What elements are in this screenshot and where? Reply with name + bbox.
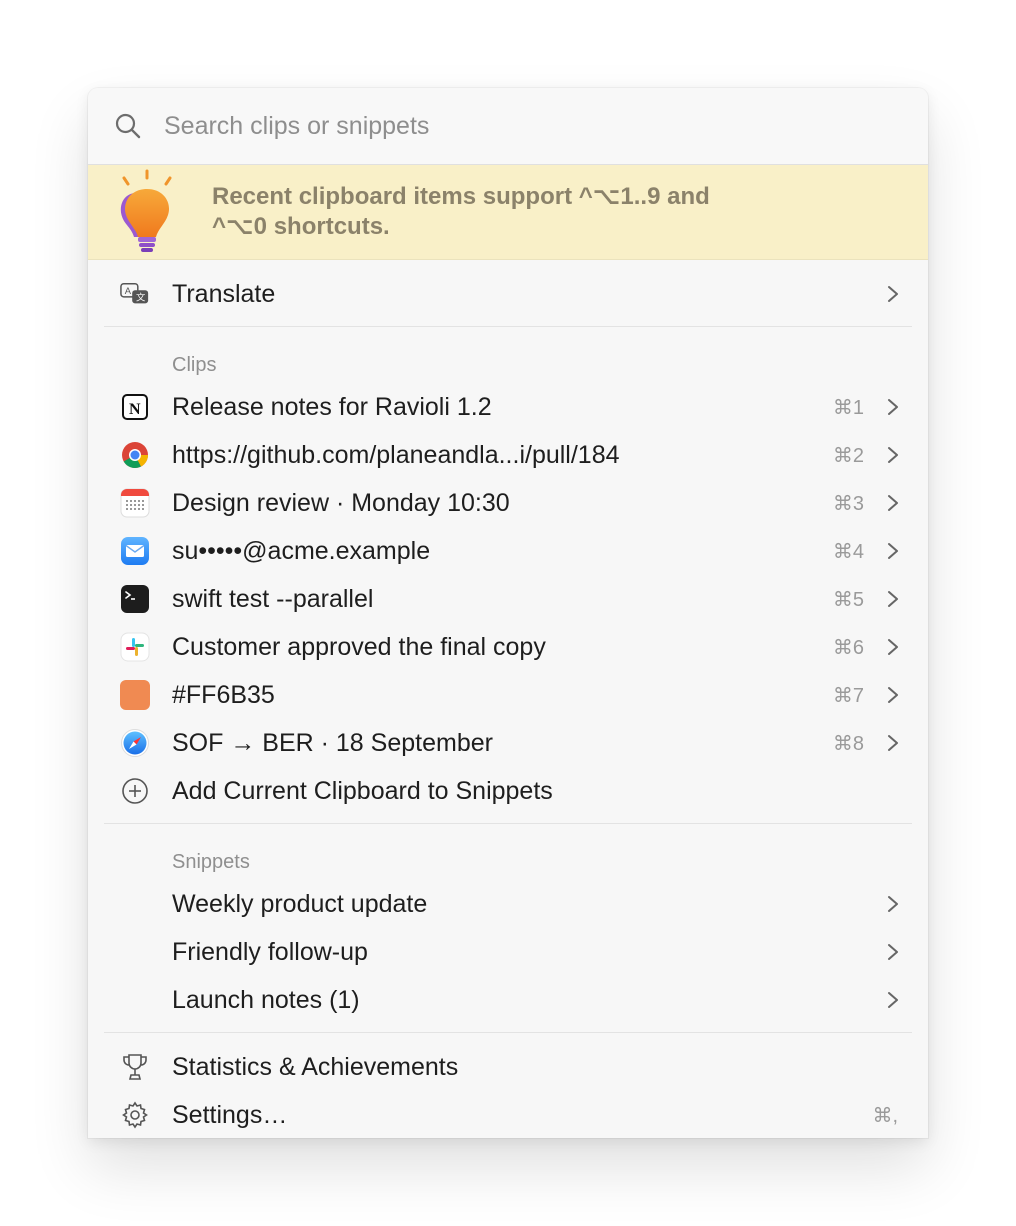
clip-label: https://github.com/planeandla...i/pull/1… (172, 440, 620, 469)
clip-item[interactable]: #FF6B35 ⌘7 (88, 671, 928, 719)
gear-icon (120, 1100, 150, 1130)
chevron-right-icon (888, 992, 898, 1008)
chrome-icon (120, 440, 150, 470)
svg-text:N: N (129, 401, 141, 418)
translate-label: Translate (172, 279, 276, 308)
clip-item[interactable]: Customer approved the final copy ⌘6 (88, 623, 928, 671)
divider (104, 1032, 912, 1033)
snippets-header: Snippets (172, 851, 250, 873)
snippet-label: Friendly follow-up (172, 937, 368, 966)
chevron-right-icon (888, 687, 898, 703)
snippet-label: Weekly product update (172, 889, 428, 918)
settings-shortcut: ⌘, (872, 1104, 898, 1127)
chevron-right-icon (888, 591, 898, 607)
settings-label: Settings… (172, 1100, 288, 1129)
color-swatch-icon (120, 680, 150, 710)
trophy-icon (120, 1052, 150, 1082)
clip-item[interactable]: N Release notes for Ravioli 1.2 ⌘1 (88, 383, 928, 431)
chevron-right-icon (888, 944, 898, 960)
tip-line-1: Recent clipboard items support ^⌥1..9 an… (212, 183, 710, 210)
svg-text:A: A (125, 286, 132, 296)
clip-shortcut: ⌘5 (832, 588, 864, 611)
snippet-label: Launch notes (1) (172, 985, 360, 1014)
clip-label: swift test --parallel (172, 584, 374, 613)
chevron-right-icon (888, 495, 898, 511)
settings-item[interactable]: Settings… ⌘, (88, 1091, 928, 1138)
chevron-right-icon (888, 735, 898, 751)
add-to-snippets-button[interactable]: Add Current Clipboard to Snippets (88, 767, 928, 815)
divider (104, 823, 912, 824)
chevron-right-icon (888, 399, 898, 415)
snippet-item[interactable]: Friendly follow-up (88, 928, 928, 976)
add-to-snippets-label: Add Current Clipboard to Snippets (172, 776, 553, 805)
clip-label: SOF → BER · 18 September (172, 728, 493, 757)
clip-label: su•••••@acme.example (172, 536, 431, 565)
clip-label: #FF6B35 (172, 680, 275, 709)
statistics-label: Statistics & Achievements (172, 1052, 459, 1081)
divider (104, 326, 912, 327)
plus-circle-icon (120, 776, 150, 806)
clips-header: Clips (172, 354, 217, 376)
chevron-right-icon (888, 543, 898, 559)
clip-shortcut: ⌘6 (832, 636, 864, 659)
snippet-item[interactable]: Launch notes (1) (88, 976, 928, 1024)
clip-shortcut: ⌘1 (832, 396, 864, 419)
svg-text:文: 文 (136, 292, 146, 303)
tip-text: Recent clipboard items support ^⌥1..9 an… (212, 182, 772, 242)
clipboard-panel: Recent clipboard items support ^⌥1..9 an… (88, 88, 928, 1138)
statistics-item[interactable]: Statistics & Achievements (88, 1043, 928, 1091)
chevron-right-icon (888, 896, 898, 912)
clip-label: Design review · Monday 10:30 (172, 488, 510, 517)
snippet-item[interactable]: Weekly product update (88, 880, 928, 928)
clip-shortcut: ⌘3 (832, 492, 864, 515)
slack-icon (120, 632, 150, 662)
clip-item[interactable]: swift test --parallel ⌘5 (88, 575, 928, 623)
chevron-right-icon (888, 639, 898, 655)
chevron-right-icon (888, 286, 898, 302)
calendar-icon (120, 488, 150, 518)
tip-line-2: ^⌥0 shortcuts. (212, 213, 390, 240)
chevron-right-icon (888, 447, 898, 463)
clip-shortcut: ⌘8 (832, 732, 864, 755)
notion-icon: N (120, 392, 150, 422)
clip-item[interactable]: Design review · Monday 10:30 ⌘3 (88, 479, 928, 527)
clip-item[interactable]: https://github.com/planeandla...i/pull/1… (88, 431, 928, 479)
search-bar (88, 88, 928, 165)
search-icon (115, 113, 141, 139)
translate-icon: A 文 (120, 279, 150, 309)
translate-item[interactable]: A 文 Translate (88, 270, 928, 318)
clip-item[interactable]: SOF → BER · 18 September ⌘8 (88, 719, 928, 767)
clip-shortcut: ⌘2 (832, 444, 864, 467)
clip-label: Customer approved the final copy (172, 632, 546, 661)
clip-label: Release notes for Ravioli 1.2 (172, 392, 492, 421)
terminal-icon (120, 584, 150, 614)
safari-icon (120, 728, 150, 758)
clip-shortcut: ⌘4 (832, 540, 864, 563)
clip-shortcut: ⌘7 (832, 684, 864, 707)
lightbulb-icon (120, 169, 172, 252)
search-input[interactable] (162, 110, 928, 142)
clip-item[interactable]: su•••••@acme.example ⌘4 (88, 527, 928, 575)
mail-icon (120, 536, 150, 566)
tip-banner: Recent clipboard items support ^⌥1..9 an… (88, 165, 928, 260)
